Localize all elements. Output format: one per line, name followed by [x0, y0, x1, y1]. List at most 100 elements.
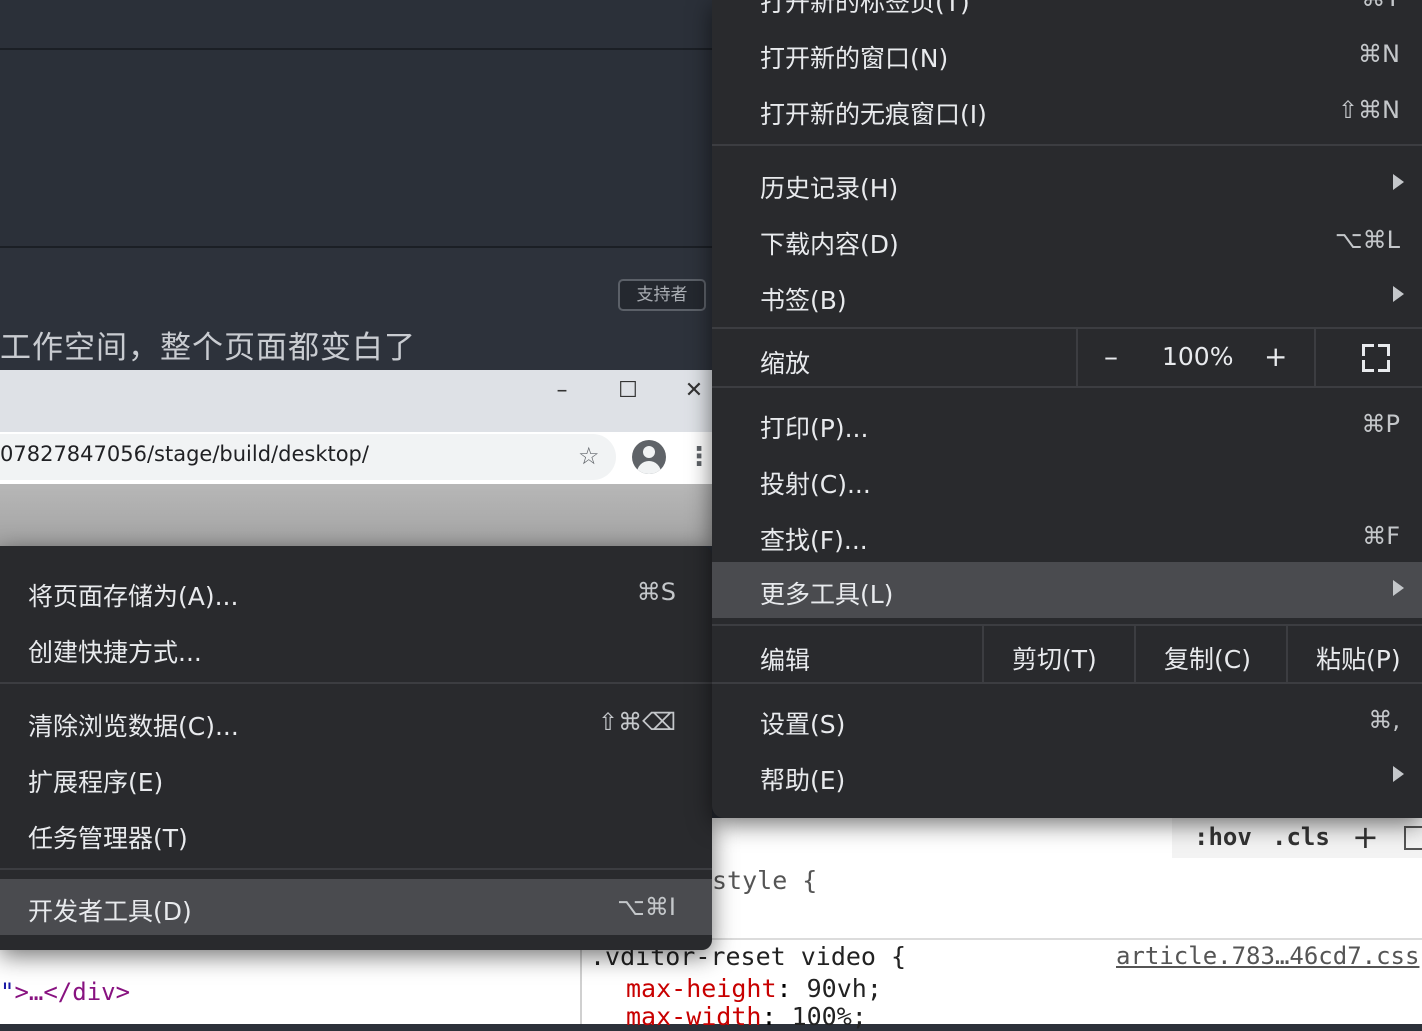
menu-separator	[712, 386, 1422, 388]
css-property-value[interactable]: 90vh;	[807, 974, 882, 1003]
menu-item-shortcut: ⌘T	[1361, 0, 1400, 12]
forum-header-area	[0, 0, 712, 50]
embedded-url: 07827847056/stage/build/desktop/	[0, 442, 369, 466]
edit-divider	[1134, 626, 1136, 682]
menu-item-label: 开发者工具(D)	[28, 897, 192, 926]
menu-item-label: 清除浏览数据(C)...	[28, 712, 239, 741]
menu-item-label: 设置(S)	[760, 710, 846, 739]
star-icon: ☆	[578, 442, 600, 470]
menu-item-new-incognito-window[interactable]: 打开新的无痕窗口(I) ⇧⌘N	[712, 82, 1422, 138]
submenu-arrow-icon	[1393, 174, 1404, 190]
menu-item-print[interactable]: 打印(P)... ⌘P	[712, 396, 1422, 452]
add-rule-icon[interactable]: +	[1352, 818, 1379, 856]
copy-button[interactable]: 复制(C)	[1164, 640, 1251, 676]
edit-divider	[1286, 626, 1288, 682]
menu-item-label: 任务管理器(T)	[28, 824, 188, 853]
menu-separator	[712, 144, 1422, 146]
menu-item-save-page[interactable]: 将页面存储为(A)... ⌘S	[0, 564, 712, 620]
attr-quote: "	[0, 978, 15, 1006]
css-property[interactable]: max-height: 90vh;	[626, 974, 882, 1003]
menu-separator	[712, 624, 1422, 626]
post-text: 工作空间，整个页面都变白了	[0, 330, 416, 366]
css-property-name[interactable]: max-width	[626, 1002, 761, 1031]
zoom-in-button[interactable]: +	[1264, 340, 1287, 373]
menu-item-label: 将页面存储为(A)...	[28, 582, 239, 611]
menu-item-developer-tools[interactable]: 开发者工具(D) ⌥⌘I	[0, 879, 712, 935]
element-style-rule: style {	[712, 866, 818, 895]
close-icon: ✕	[684, 378, 704, 403]
more-tools-submenu: 将页面存储为(A)... ⌘S 创建快捷方式... 清除浏览数据(C)... ⇧…	[0, 546, 712, 950]
embedded-page-content	[0, 484, 712, 546]
menu-item-settings[interactable]: 设置(S) ⌘,	[712, 692, 1422, 748]
submenu-arrow-icon	[1393, 766, 1404, 782]
dom-tree-line[interactable]: ">…</div>	[0, 978, 130, 1006]
embedded-titlebar	[0, 370, 712, 432]
menu-item-label: 书签(B)	[760, 286, 847, 315]
menu-separator	[712, 682, 1422, 684]
edit-divider	[982, 626, 984, 682]
menu-item-cast[interactable]: 投射(C)...	[712, 452, 1422, 508]
menu-item-shortcut: ⇧⌘⌫	[597, 708, 676, 736]
menu-item-label: 缩放	[760, 349, 811, 378]
menu-item-new-window[interactable]: 打开新的窗口(N) ⌘N	[712, 26, 1422, 82]
menu-item-shortcut: ⇧⌘N	[1337, 96, 1400, 124]
menu-item-label: 查找(F)...	[760, 526, 868, 555]
menu-item-task-manager[interactable]: 任务管理器(T)	[0, 806, 712, 862]
menu-item-label: 帮助(E)	[760, 766, 846, 795]
css-property-name[interactable]: max-height	[626, 974, 777, 1003]
menu-item-shortcut: ⌘N	[1358, 40, 1400, 68]
menu-item-label: 扩展程序(E)	[28, 768, 164, 797]
menu-item-label: 打开新的标签页(T)	[760, 0, 970, 17]
menu-item-label: 创建快捷方式...	[28, 638, 202, 667]
menu-item-help[interactable]: 帮助(E)	[712, 748, 1422, 804]
zoom-divider	[1314, 329, 1316, 387]
sidebar-toggle-icon[interactable]	[1404, 826, 1422, 850]
styles-filter-input[interactable]	[712, 818, 1172, 858]
menu-item-label: 打开新的无痕窗口(I)	[760, 100, 987, 129]
maximize-icon: ☐	[618, 378, 638, 403]
menu-item-shortcut: ⌘P	[1361, 410, 1400, 438]
menu-item-shortcut: ⌥⌘I	[617, 893, 676, 921]
menu-item-find[interactable]: 查找(F)... ⌘F	[712, 508, 1422, 564]
paste-button[interactable]: 粘贴(P)	[1316, 640, 1401, 676]
menu-item-shortcut: ⌘F	[1362, 522, 1400, 550]
avatar-icon	[632, 440, 666, 474]
cut-button[interactable]: 剪切(T)	[1012, 640, 1097, 676]
menu-item-shortcut: ⌘S	[636, 578, 676, 606]
zoom-level: 100%	[1162, 342, 1234, 371]
submenu-arrow-icon	[1393, 286, 1404, 302]
cls-toggle[interactable]: .cls	[1272, 823, 1330, 851]
menu-item-extensions[interactable]: 扩展程序(E)	[0, 750, 712, 806]
menu-item-shortcut: ⌥⌘L	[1334, 226, 1400, 254]
menu-item-downloads[interactable]: 下载内容(D) ⌥⌘L	[712, 212, 1422, 268]
menu-item-shortcut: ⌘,	[1368, 706, 1400, 734]
zoom-divider	[1076, 329, 1078, 387]
zoom-out-button[interactable]: –	[1104, 340, 1118, 373]
menu-item-more-tools[interactable]: 更多工具(L)	[712, 562, 1422, 618]
css-source-link[interactable]: article.783…46cd7.css	[1116, 942, 1419, 970]
menu-item-new-tab[interactable]: 打开新的标签页(T) ⌘T	[712, 0, 1422, 26]
forum-post-area	[0, 50, 712, 248]
menu-separator	[0, 682, 712, 684]
menu-item-label: 编辑	[760, 646, 811, 675]
menu-item-create-shortcut[interactable]: 创建快捷方式...	[0, 620, 712, 676]
menu-item-clear-browsing-data[interactable]: 清除浏览数据(C)... ⇧⌘⌫	[0, 694, 712, 750]
menu-item-history[interactable]: 历史记录(H)	[712, 156, 1422, 212]
menu-item-label: 投射(C)...	[760, 470, 871, 499]
fullscreen-icon[interactable]	[1362, 344, 1390, 372]
closing-tag: >…</div>	[14, 978, 131, 1006]
menu-item-label: 打开新的窗口(N)	[760, 44, 949, 73]
minimize-icon: –	[556, 378, 568, 403]
css-property-value[interactable]: 100%;	[792, 1002, 867, 1031]
css-property[interactable]: max-width: 100%;	[626, 1002, 867, 1031]
menu-item-label: 打印(P)...	[760, 414, 869, 443]
menu-item-label: 下载内容(D)	[760, 230, 899, 259]
chrome-main-menu: 打开新的标签页(T) ⌘T 打开新的窗口(N) ⌘N 打开新的无痕窗口(I) ⇧…	[712, 0, 1422, 818]
supporter-badge: 支持者	[618, 279, 706, 311]
menu-item-label: 历史记录(H)	[760, 174, 899, 203]
kebab-menu-icon: ⋮	[686, 442, 712, 472]
menu-item-label: 更多工具(L)	[760, 580, 894, 609]
menu-item-bookmarks[interactable]: 书签(B)	[712, 268, 1422, 324]
hov-toggle[interactable]: :hov	[1194, 823, 1252, 851]
submenu-arrow-icon	[1393, 580, 1404, 596]
